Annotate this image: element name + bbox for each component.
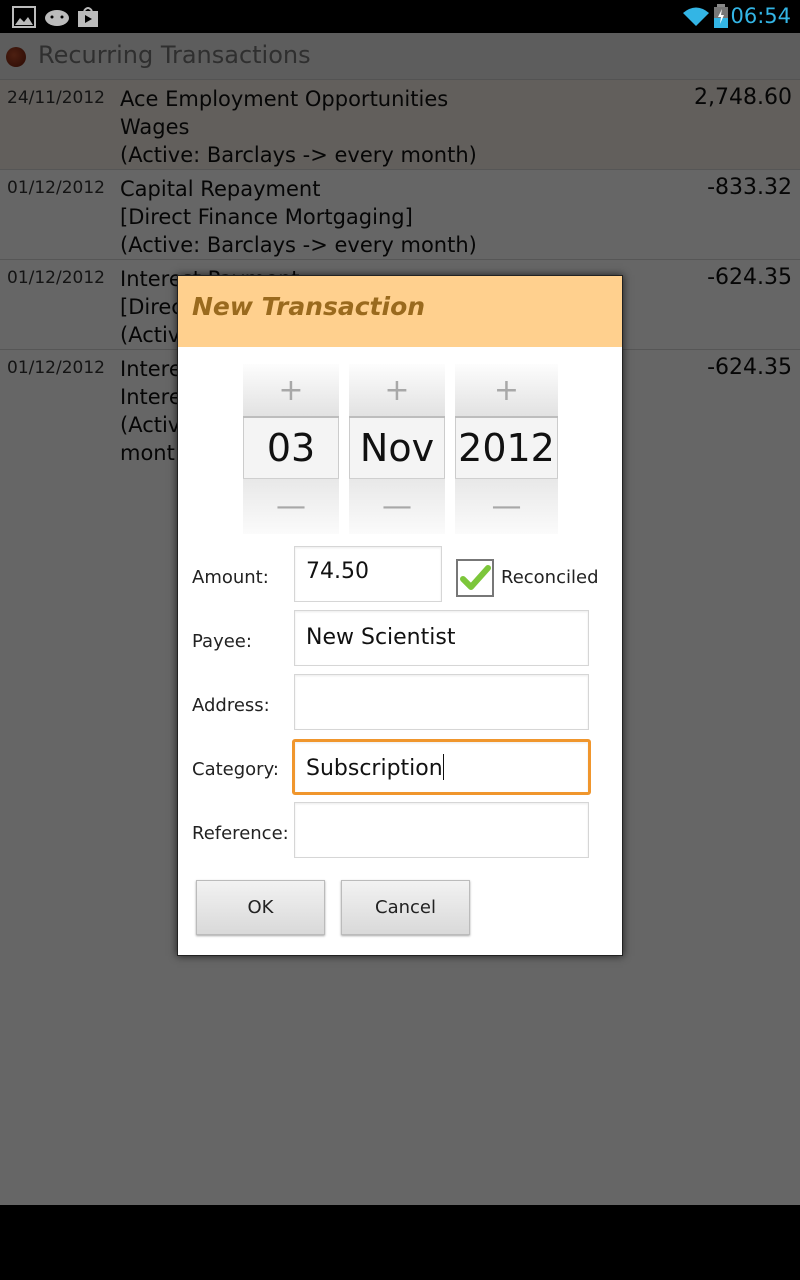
year-increment-button[interactable]: + [455, 364, 558, 418]
payee-label: Payee: [192, 631, 252, 652]
address-field[interactable] [294, 674, 589, 730]
status-bar: 06:54 [0, 0, 800, 33]
payee-field[interactable]: New Scientist [294, 610, 589, 666]
gallery-icon [12, 6, 36, 28]
day-value[interactable]: 03 [243, 418, 339, 478]
dialog-header: New Transaction [178, 276, 622, 347]
cancel-button[interactable]: Cancel [341, 880, 470, 935]
month-decrement-button[interactable]: — [349, 478, 445, 534]
screen: 06:54 Recurring Transactions 24/11/2012 … [0, 0, 800, 1280]
year-decrement-button[interactable]: — [455, 478, 558, 534]
category-label: Category: [192, 759, 279, 780]
dialog-title: New Transaction [192, 292, 426, 321]
reconciled-label: Reconciled [501, 567, 599, 588]
category-field[interactable]: Subscription [292, 739, 591, 795]
reference-label: Reference: [192, 823, 289, 844]
amount-label: Amount: [192, 567, 269, 588]
address-label: Address: [192, 695, 270, 716]
ok-button[interactable]: OK [196, 880, 325, 935]
month-value[interactable]: Nov [349, 418, 445, 478]
wifi-icon [683, 7, 709, 26]
day-decrement-button[interactable]: — [243, 478, 339, 534]
clock: 06:54 [730, 4, 791, 28]
navigation-bar [0, 1205, 800, 1280]
text-cursor [442, 754, 444, 780]
battery-charging-icon [714, 4, 728, 28]
year-picker: + 2012 — [455, 364, 558, 534]
category-value: Subscription [306, 756, 443, 781]
year-value[interactable]: 2012 [455, 418, 558, 478]
month-increment-button[interactable]: + [349, 364, 445, 418]
reconciled-checkbox[interactable] [456, 559, 494, 597]
reference-field[interactable] [294, 802, 589, 858]
checkmark-icon [460, 565, 491, 590]
android-icon [45, 10, 69, 26]
day-increment-button[interactable]: + [243, 364, 339, 418]
play-store-icon [78, 7, 98, 27]
amount-field[interactable]: 74.50 [294, 546, 442, 602]
month-picker: + Nov — [349, 364, 445, 534]
new-transaction-dialog: New Transaction + 03 — + Nov — + 2012 — … [177, 275, 623, 956]
day-picker: + 03 — [243, 364, 339, 534]
